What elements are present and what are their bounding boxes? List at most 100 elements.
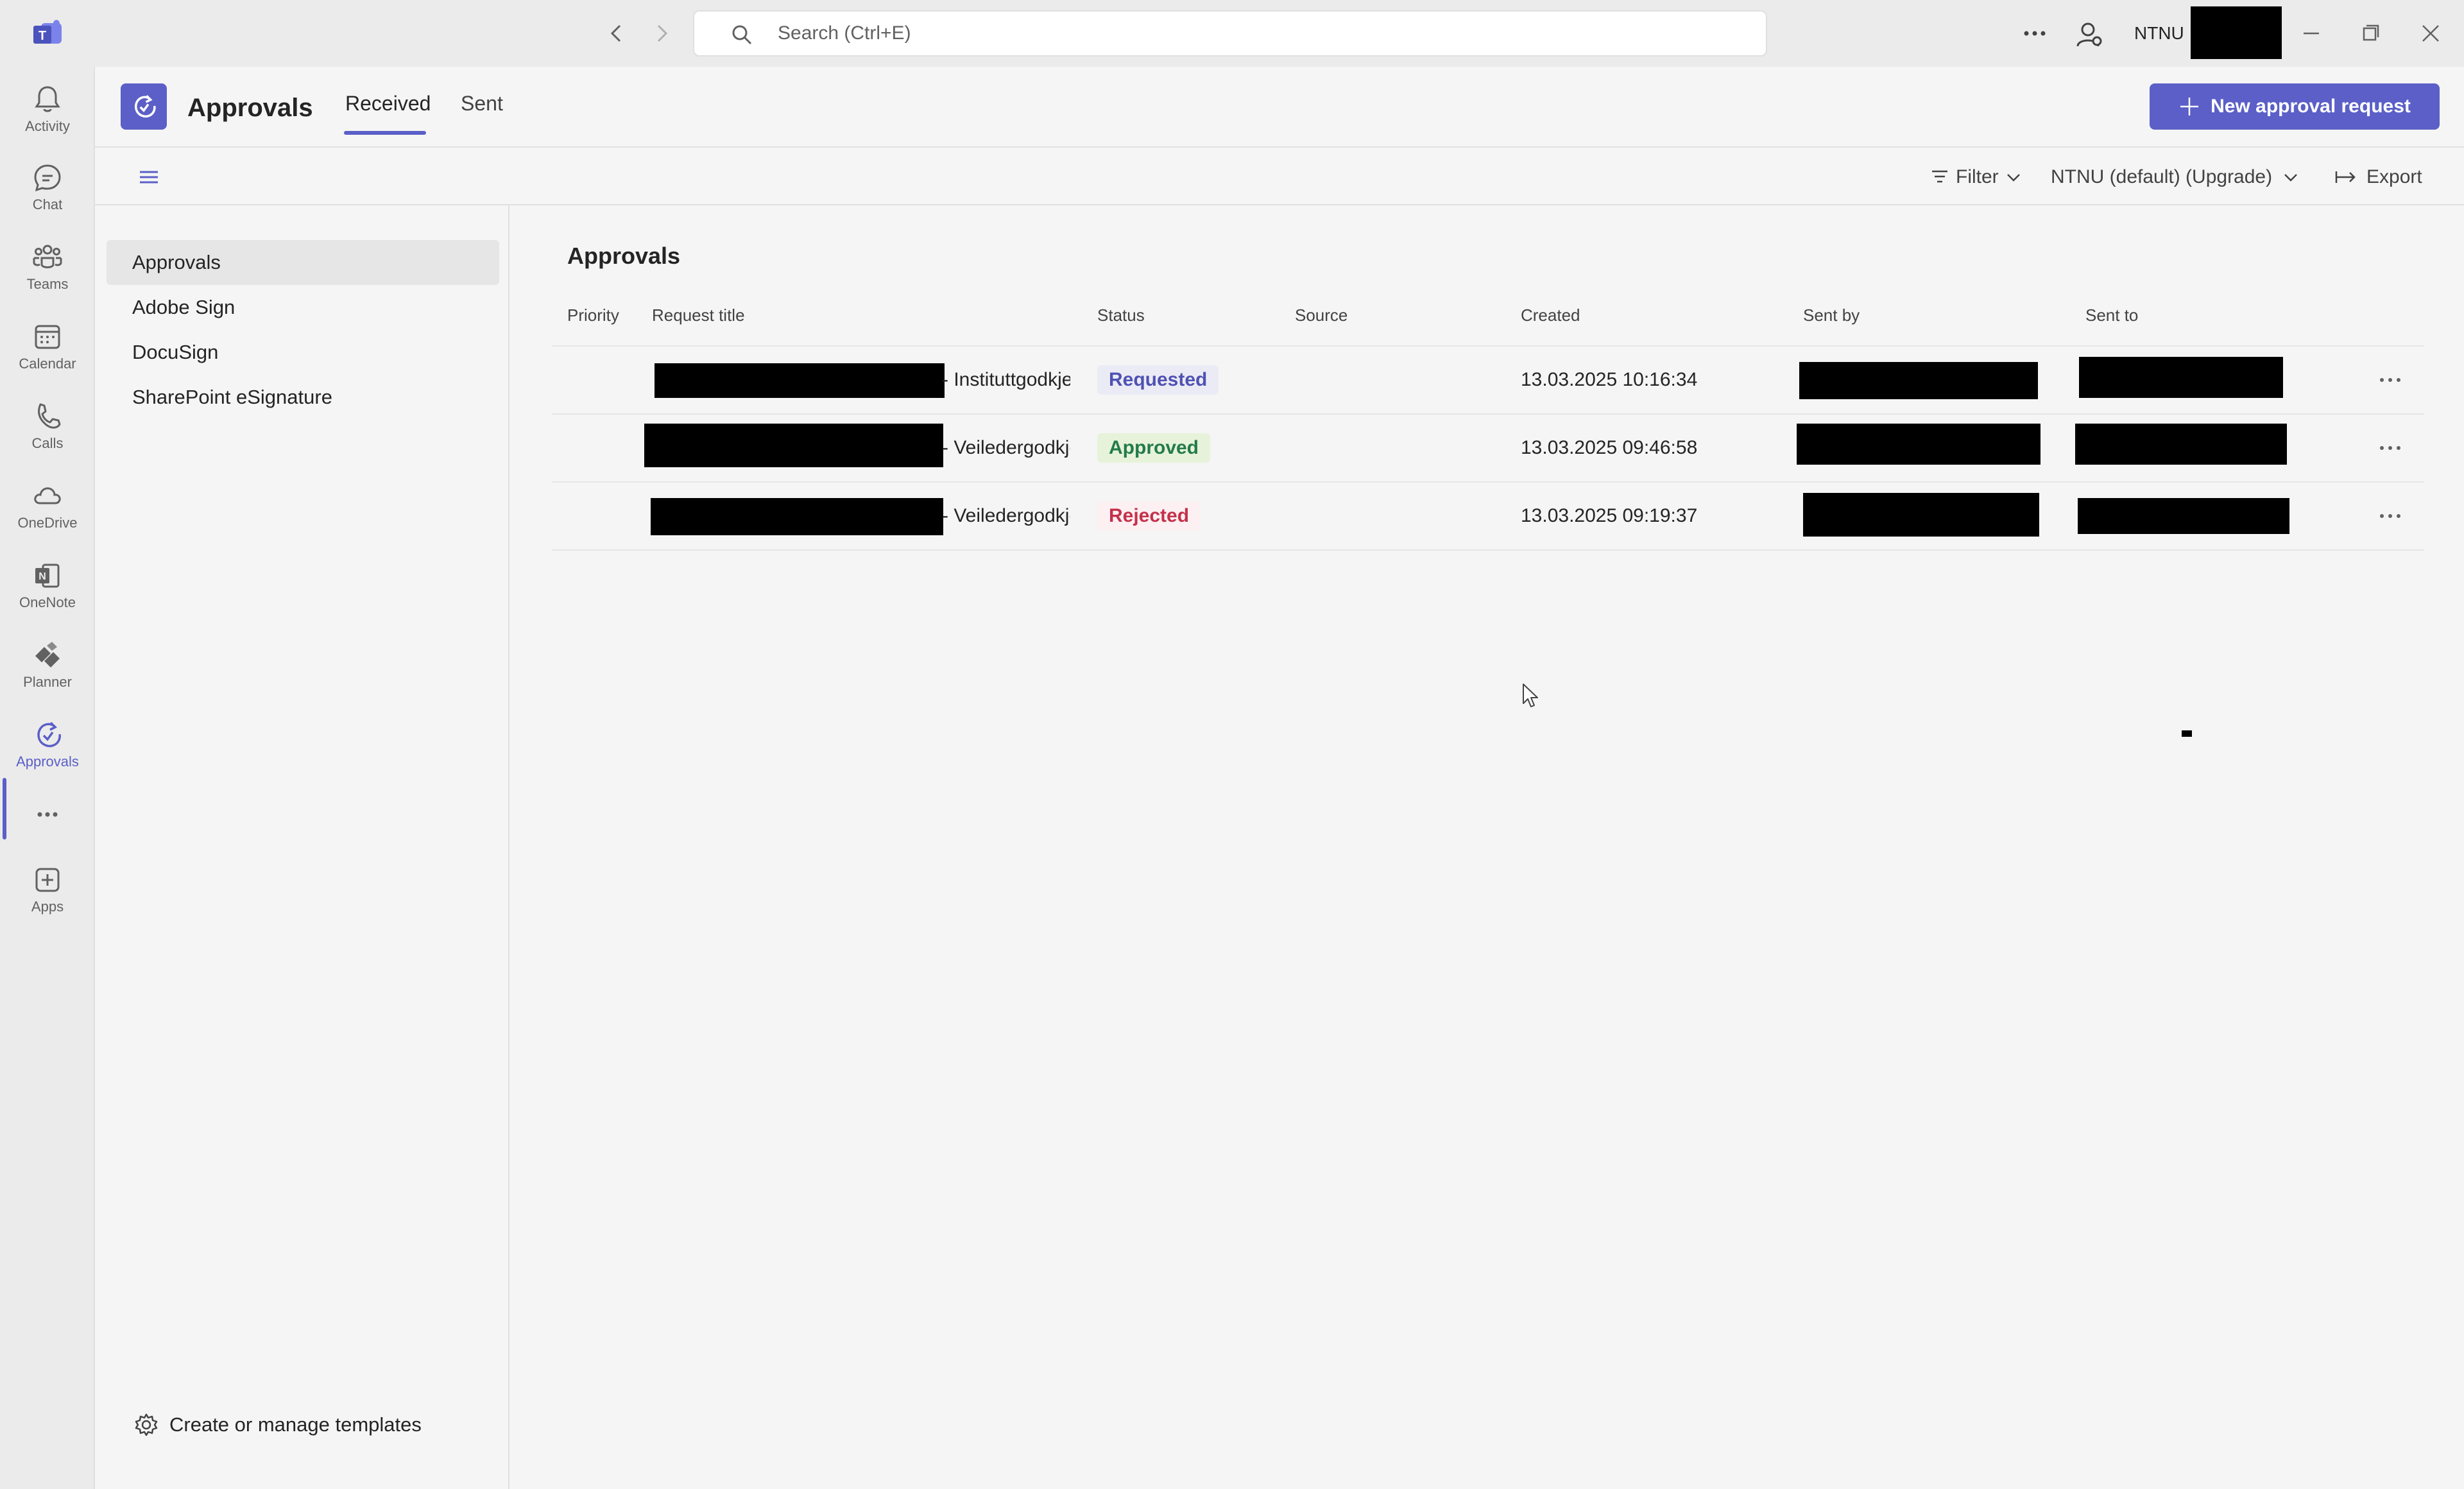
- rail-label: Apps: [31, 899, 64, 915]
- request-title-cell: - Veiledergodkje: [942, 415, 1070, 481]
- rail-item-activity[interactable]: Activity: [0, 71, 95, 148]
- side-panel: Approvals Adobe Sign DocuSign SharePoint…: [95, 205, 509, 1489]
- created-date: 13.03.2025 09:19:37: [1521, 505, 1698, 526]
- more-options-icon: [2380, 514, 2400, 518]
- filter-icon: [1932, 170, 1947, 183]
- rail-item-onedrive[interactable]: OneDrive: [0, 467, 95, 544]
- approvals-list: Approvals Priority Request title Status …: [511, 205, 2464, 1489]
- svg-text:T: T: [38, 29, 46, 43]
- column-header-request-title[interactable]: Request title: [652, 306, 745, 325]
- templates-label: Create or manage templates: [169, 1413, 422, 1436]
- export-label: Export: [2366, 166, 2422, 187]
- row-more-button[interactable]: [2374, 347, 2406, 413]
- row-more-button[interactable]: [2374, 415, 2406, 481]
- redacted-sent-to: [2075, 424, 2287, 465]
- chat-icon: [34, 164, 61, 192]
- org-name: NTNU: [2134, 23, 2184, 43]
- request-title-cell: - Instituttgodkje: [942, 347, 1070, 413]
- forward-arrow-icon[interactable]: [648, 19, 676, 47]
- request-title-cell: - Veiledergodkje: [942, 483, 1070, 549]
- more-options-icon[interactable]: [2019, 19, 2051, 47]
- redacted-sent-by: [1803, 493, 2039, 537]
- new-approval-request-button[interactable]: New approval request: [2150, 83, 2440, 130]
- rail-item-teams[interactable]: Teams: [0, 228, 95, 306]
- column-header-sent-to[interactable]: Sent to: [2085, 306, 2138, 325]
- search-icon: [730, 23, 753, 46]
- status-badge: Approved: [1097, 433, 1211, 463]
- table-row[interactable]: - Veiledergodkje Rejected 13.03.2025 09:…: [552, 483, 2424, 551]
- rail-label: Calendar: [19, 356, 76, 372]
- rail-item-onenote[interactable]: N OneNote: [0, 547, 95, 624]
- redacted-title: [654, 363, 945, 398]
- avatar[interactable]: [2191, 6, 2282, 59]
- chevron-down-icon: [2006, 174, 2020, 182]
- rail-item-apps[interactable]: Apps: [0, 851, 95, 928]
- teams-logo-icon[interactable]: T: [32, 19, 64, 47]
- rail-label: Calls: [31, 435, 64, 451]
- rail-item-calendar[interactable]: Calendar: [0, 308, 95, 385]
- created-date: 13.03.2025 09:46:58: [1521, 437, 1698, 458]
- toolbar: Filter NTNU (default) (Upgrade) Export: [95, 149, 2464, 205]
- status-cell: Approved: [1097, 415, 1211, 481]
- tab-sent[interactable]: Sent: [461, 67, 503, 140]
- table-row[interactable]: - Veiledergodkje Approved 13.03.2025 09:…: [552, 415, 2424, 483]
- created-cell: 13.03.2025 09:46:58: [1521, 415, 1697, 481]
- plus-icon: [2180, 98, 2199, 116]
- redacted-sent-to: [2078, 498, 2289, 534]
- restore-icon[interactable]: [2356, 19, 2384, 47]
- hamburger-menu-icon[interactable]: [135, 163, 163, 191]
- minimize-icon[interactable]: [2297, 19, 2325, 47]
- status-badge: Requested: [1097, 365, 1219, 395]
- table-row[interactable]: - Instituttgodkje Requested 13.03.2025 1…: [552, 347, 2424, 415]
- more-options-icon: [2380, 378, 2400, 382]
- add-app-icon: [35, 868, 60, 892]
- side-item-docusign[interactable]: DocuSign: [107, 330, 499, 375]
- approvals-app-icon: [121, 83, 167, 130]
- filter-label: Filter: [1956, 166, 1999, 187]
- rail-more-apps[interactable]: [0, 779, 95, 850]
- status-cell: Rejected: [1097, 483, 1201, 549]
- request-title: - Instituttgodkje: [942, 369, 1070, 390]
- stray-mark: [2182, 730, 2192, 737]
- approvals-icon: [37, 721, 61, 748]
- rail-item-chat[interactable]: Chat: [0, 149, 95, 226]
- new-approval-request-label: New approval request: [2211, 96, 2411, 117]
- created-cell: 13.03.2025 09:19:37: [1521, 483, 1697, 549]
- rail-item-calls[interactable]: Calls: [0, 388, 95, 465]
- created-date: 13.03.2025 10:16:34: [1521, 369, 1698, 390]
- side-item-approvals[interactable]: Approvals: [107, 240, 499, 285]
- rail-item-planner[interactable]: Planner: [0, 626, 95, 703]
- phone-icon: [38, 403, 61, 429]
- teams-icon: [33, 245, 62, 268]
- column-header-source[interactable]: Source: [1295, 306, 1348, 325]
- redacted-sent-to: [2079, 357, 2283, 398]
- more-options-icon: [2380, 446, 2400, 450]
- column-header-status[interactable]: Status: [1097, 306, 1145, 325]
- create-manage-templates-link[interactable]: Create or manage templates: [133, 1406, 422, 1444]
- search-placeholder: Search (Ctrl+E): [778, 22, 911, 44]
- page-title: Approvals: [567, 243, 681, 269]
- side-item-sharepoint-esignature[interactable]: SharePoint eSignature: [107, 375, 499, 420]
- side-item-adobe-sign[interactable]: Adobe Sign: [107, 285, 499, 330]
- export-button[interactable]: Export: [2334, 149, 2422, 205]
- cloud-icon: [34, 487, 61, 504]
- rail-item-approvals[interactable]: Approvals: [0, 706, 95, 783]
- active-tab-indicator: [344, 131, 426, 135]
- mouse-cursor-icon: [1522, 683, 1541, 709]
- svg-text:N: N: [38, 571, 46, 582]
- environment-dropdown[interactable]: NTNU (default) (Upgrade): [2051, 149, 2299, 205]
- search-input[interactable]: Search (Ctrl+E): [693, 10, 1767, 56]
- column-header-sent-by[interactable]: Sent by: [1803, 306, 1860, 325]
- back-arrow-icon[interactable]: [602, 19, 630, 47]
- close-icon[interactable]: [2417, 19, 2445, 47]
- filter-button[interactable]: Filter: [1930, 149, 2022, 205]
- tab-received[interactable]: Received: [345, 67, 431, 140]
- column-header-priority[interactable]: Priority: [567, 306, 619, 325]
- column-header-created[interactable]: Created: [1521, 306, 1580, 325]
- people-settings-icon[interactable]: [2074, 19, 2105, 50]
- rail-label: OneDrive: [17, 515, 78, 531]
- bell-icon: [35, 86, 60, 112]
- app-title: Approvals: [187, 94, 313, 122]
- row-more-button[interactable]: [2374, 483, 2406, 549]
- calendar-icon: [35, 325, 60, 349]
